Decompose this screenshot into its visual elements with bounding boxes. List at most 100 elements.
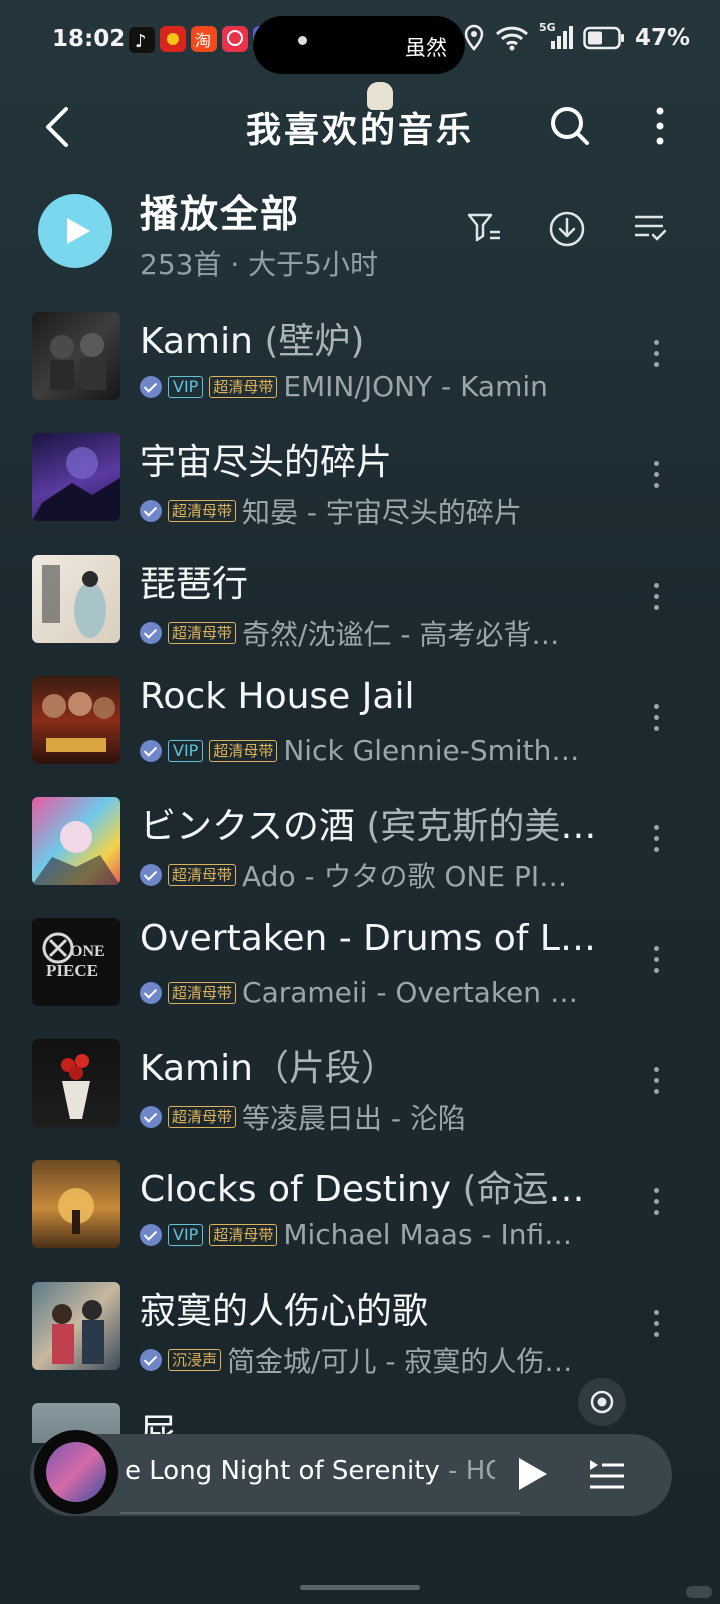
watermark-badge <box>686 1586 712 1598</box>
song-row[interactable]: Kamin（片段） 超清母带 等凌晨日出 - 沦陷 <box>0 1039 720 1159</box>
liked-check-icon <box>140 1349 162 1371</box>
status-bar: 18:02 ♪ 淘 贴 虽然 5G <box>0 0 720 84</box>
locate-current-button[interactable] <box>578 1378 626 1426</box>
song-artist: 等凌晨日出 - 沦陷 <box>242 1102 466 1135</box>
svg-text:♪: ♪ <box>135 31 147 52</box>
album-cover <box>32 797 120 885</box>
play-all-label[interactable]: 播放全部 <box>140 183 300 238</box>
battery-percent: 47% <box>634 25 690 51</box>
liked-check-icon <box>140 1106 162 1128</box>
quality-badge: 超清母带 <box>209 739 278 762</box>
album-cover <box>32 312 120 400</box>
song-artist: Carameii - Overtaken - Drums <box>242 976 580 1009</box>
island-lyric: 虽然 <box>405 36 447 60</box>
song-artist: 简金城/可儿 - 寂寞的人伤心的歌 <box>227 1345 580 1378</box>
song-meta: 超清母带 等凌晨日出 - 沦陷 <box>140 1097 580 1137</box>
quality-badge: 沉浸声 <box>168 1349 222 1371</box>
gesture-bar <box>300 1585 420 1590</box>
mini-player-disc[interactable] <box>34 1430 118 1514</box>
vip-app-icon <box>222 26 248 52</box>
quality-badge: 超清母带 <box>209 1223 278 1246</box>
filter-button[interactable] <box>466 210 502 250</box>
song-row[interactable]: ビンクスの酒 (宾克斯的美酒) 超清母带 Ado - ウタの歌 ONE PIEC… <box>0 797 720 917</box>
song-meta: 超清母带 奇然/沈谧仁 - 高考必背古诗词 <box>140 613 580 653</box>
liked-check-icon <box>140 1223 162 1246</box>
network-label: 5G <box>538 21 556 34</box>
song-row[interactable]: 宇宙尽头的碎片 超清母带 知晏 - 宇宙尽头的碎片 <box>0 433 720 553</box>
song-meta: 沉浸声 简金城/可儿 - 寂寞的人伤心的歌 <box>140 1340 580 1380</box>
album-cover <box>32 1039 120 1127</box>
song-more-button[interactable] <box>652 1067 662 1100</box>
song-title: Overtaken - Drums of Liberation <box>140 918 600 959</box>
song-title: Clocks of Destiny (命运之钟) <box>140 1169 600 1210</box>
quality-badge: 超清母带 <box>168 981 237 1004</box>
douyin-icon: ♪ <box>128 26 156 54</box>
quality-badge: 超清母带 <box>168 864 237 886</box>
song-more-button[interactable] <box>652 825 662 858</box>
svg-text:淘: 淘 <box>195 31 211 50</box>
song-more-button[interactable] <box>652 704 662 737</box>
song-artist: Nick Glennie-Smith - The Rock <box>283 734 580 767</box>
red-app-icon <box>160 26 186 52</box>
vip-badge: VIP <box>168 739 204 762</box>
download-button[interactable] <box>548 210 586 252</box>
vip-badge: VIP <box>168 375 204 398</box>
album-cover <box>32 1282 120 1370</box>
playlist-queue-button[interactable] <box>588 1456 626 1496</box>
liked-check-icon <box>140 500 162 522</box>
vip-badge: VIP <box>168 1223 204 1246</box>
mini-play-button[interactable] <box>515 1456 549 1496</box>
song-row[interactable]: Rock House Jail VIP 超清母带 Nick Glennie-Sm… <box>0 676 720 796</box>
album-cover <box>32 555 120 643</box>
album-cover <box>32 433 120 521</box>
island-dot <box>298 36 307 45</box>
song-artist: Ado - ウタの歌 ONE PIECE FILM RED <box>242 860 580 893</box>
location-icon <box>464 24 484 51</box>
song-title: Rock House Jail <box>140 676 415 717</box>
page-title: 我喜欢的音乐 <box>245 111 474 151</box>
quality-badge: 超清母带 <box>168 622 237 644</box>
playlist-summary: 253首 · 大于5小时 <box>140 248 378 281</box>
song-row[interactable]: 琵琶行 超清母带 奇然/沈谧仁 - 高考必背古诗词 <box>0 555 720 675</box>
song-more-button[interactable] <box>652 946 662 979</box>
download-icon <box>549 211 585 247</box>
song-row[interactable]: ONEPIECE Overtaken - Drums of Liberation… <box>0 918 720 1038</box>
song-title: 宇宙尽头的碎片 <box>140 442 393 483</box>
multi-select-button[interactable] <box>632 210 668 250</box>
song-row[interactable]: Kamin (壁炉) VIP 超清母带 EMIN/JONY - Kamin <box>0 312 720 432</box>
album-cover: ONE PIECE <box>32 918 120 1006</box>
song-title: 寂寞的人伤心的歌 <box>140 1291 429 1332</box>
song-title: 琵琶行 <box>140 564 249 605</box>
quality-badge: 超清母带 <box>168 500 237 522</box>
quality-badge: 超清母带 <box>209 375 278 398</box>
song-meta: VIP 超清母带 EMIN/JONY - Kamin <box>140 370 580 403</box>
mini-progress-track <box>120 1512 520 1514</box>
song-more-button[interactable] <box>652 1188 662 1221</box>
more-vertical-icon <box>656 107 664 145</box>
song-more-button[interactable] <box>652 461 662 494</box>
song-more-button[interactable] <box>652 340 662 373</box>
song-meta: VIP 超清母带 Michael Maas - Infinite Emotion… <box>140 1218 580 1251</box>
now-playing-text[interactable]: e Long Night of Serenity - HOYO-MiX <box>125 1456 495 1486</box>
search-button[interactable] <box>548 104 592 152</box>
liked-check-icon <box>140 375 162 398</box>
status-time: 18:02 <box>52 26 126 52</box>
signal-icon: 5G <box>539 21 573 51</box>
filter-icon <box>467 213 500 242</box>
search-icon <box>551 107 589 145</box>
song-meta: 超清母带 Ado - ウタの歌 ONE PIECE FILM RED <box>140 855 580 895</box>
song-artist: 奇然/沈谧仁 - 高考必背古诗词 <box>242 618 580 651</box>
wifi-icon <box>495 26 528 51</box>
song-more-button[interactable] <box>652 1310 662 1343</box>
song-more-button[interactable] <box>652 583 662 616</box>
more-menu-button[interactable] <box>654 106 666 150</box>
song-artist: EMIN/JONY - Kamin <box>283 370 548 403</box>
song-artist: Michael Maas - Infinite Emotions <box>283 1218 580 1251</box>
song-row[interactable]: Clocks of Destiny (命运之钟) VIP 超清母带 Michae… <box>0 1160 720 1280</box>
liked-check-icon <box>140 864 162 886</box>
quality-badge: 超清母带 <box>168 1106 237 1128</box>
taobao-icon: 淘 <box>191 26 217 52</box>
song-meta: VIP 超清母带 Nick Glennie-Smith - The Rock <box>140 734 580 767</box>
play-all-button[interactable] <box>38 194 112 268</box>
song-title: Kamin (壁炉) <box>140 321 365 362</box>
